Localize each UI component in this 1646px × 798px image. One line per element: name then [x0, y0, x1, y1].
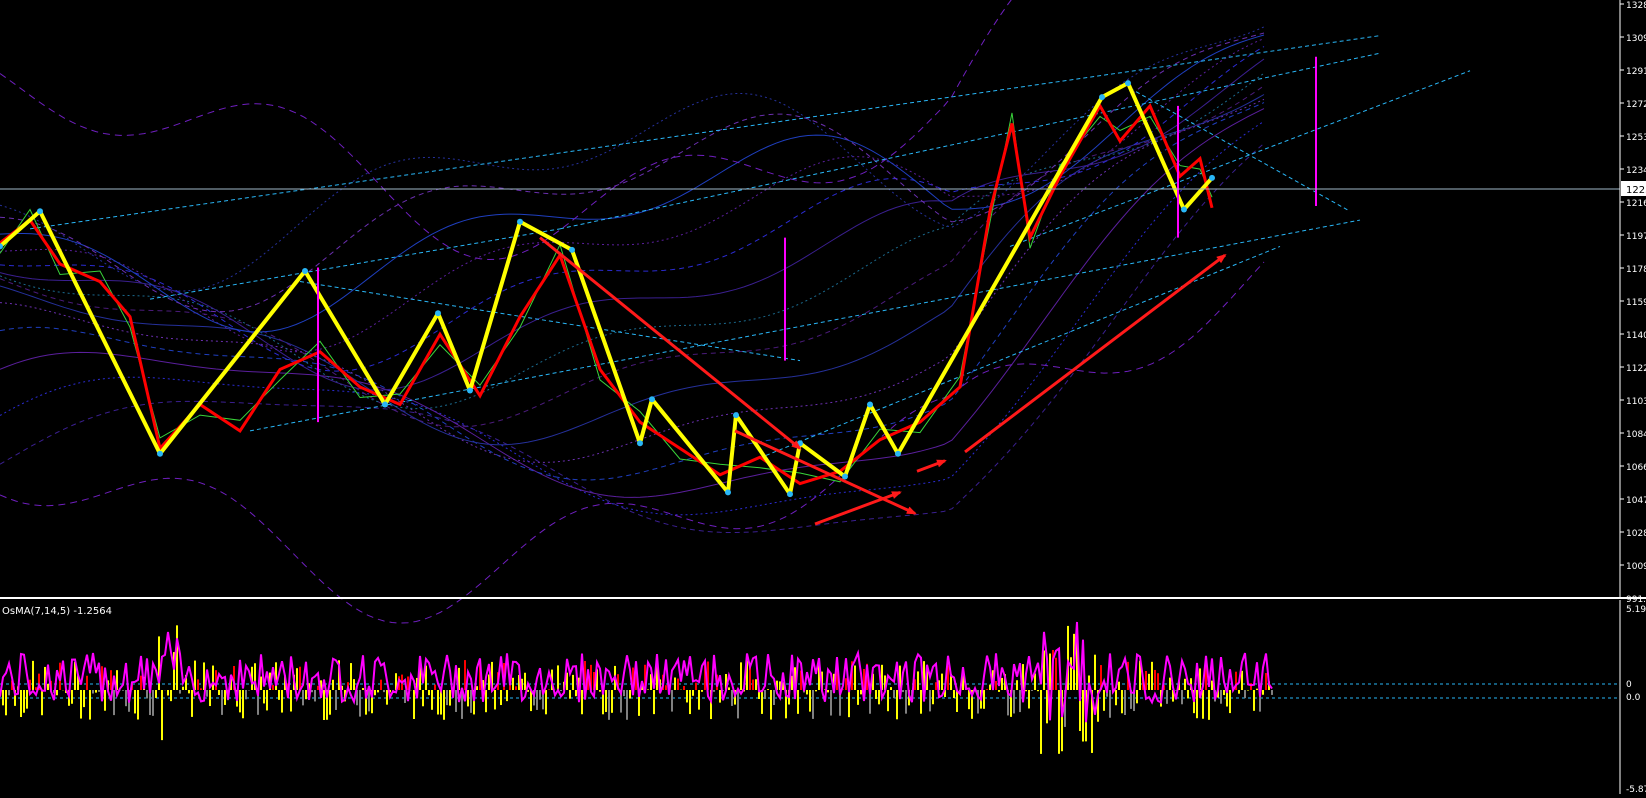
price-tick-label: 1140	[1626, 331, 1646, 341]
zigzag-pivot	[1125, 80, 1131, 87]
price-tick-label: 1084	[1626, 430, 1646, 440]
price-tick-label: 1197	[1626, 232, 1646, 242]
zigzag-pivot	[302, 268, 308, 274]
price-tick-label: 1103	[1626, 397, 1646, 407]
zigzag-pivot	[435, 310, 441, 317]
osma-tick-min: -5.87	[1626, 785, 1646, 794]
osma-magenta-line	[0, 621, 1273, 723]
price-tick-label: 1178	[1626, 265, 1646, 275]
price-tick-label: 1328	[1626, 1, 1646, 11]
zigzag-pivot	[733, 412, 739, 419]
price-tick-label: 1122	[1626, 364, 1646, 374]
osma-panel: OsMA(7,14,5) -1.2564 5.196 0 0.0 -5.87	[0, 600, 1646, 795]
price-tick-label: 1159	[1626, 298, 1646, 308]
zigzag-pivot	[1099, 94, 1105, 101]
zigzag-pivot	[37, 208, 43, 215]
price-tick-label: 1291	[1626, 67, 1646, 77]
zigzag-pivot	[649, 396, 655, 403]
zigzag-pivot	[467, 387, 473, 394]
price-tick-label: 1216	[1626, 199, 1646, 209]
zigzag-pivot	[1209, 174, 1215, 181]
zigzag-pivot	[867, 401, 873, 408]
zigzag-pivot	[787, 491, 793, 498]
zigzag-pivot	[637, 440, 643, 447]
price-tick-label: 1047	[1626, 496, 1646, 506]
zigzag-pivot	[382, 401, 388, 408]
price-tick-label: 991.	[1626, 595, 1646, 605]
zigzag-pivot	[842, 473, 848, 480]
price-tick-label: 1009	[1626, 562, 1646, 572]
price-tick-label: 1066	[1626, 463, 1646, 473]
price-axis: 1328 1309 1291 1272 1253 1234 1216 1197 1178 1159…	[1619, 0, 1646, 605]
price-tick-label: 1028	[1626, 529, 1646, 539]
current-price-label: 1223	[1626, 185, 1646, 196]
chart-canvas: 1328 1309 1291 1272 1253 1234 1216 1197 1178 1159…	[0, 0, 1646, 795]
price-tick-label: 1272	[1626, 100, 1646, 110]
zigzag-pivot	[569, 246, 575, 253]
osma-tick-zero: 0	[1626, 680, 1632, 690]
zigzag-pivot	[725, 489, 731, 496]
osma-tick-max: 5.196	[1626, 605, 1646, 615]
price-tick-label: 1253	[1626, 133, 1646, 143]
price-tick-label: 1309	[1626, 34, 1646, 44]
zigzag-pivot	[157, 450, 163, 457]
osma-label: OsMA(7,14,5) -1.2564	[2, 606, 112, 617]
chart-window: 1328 1309 1291 1272 1253 1234 1216 1197 1178 1159…	[0, 0, 1646, 795]
zigzag-pivot	[517, 218, 523, 225]
zigzag-pivot	[895, 450, 901, 457]
zigzag-pivot	[1181, 206, 1187, 213]
price-tick-label: 1234	[1626, 166, 1646, 176]
main-price-panel	[0, 0, 1620, 624]
osma-tick-zero-2: 0.0	[1626, 693, 1641, 703]
